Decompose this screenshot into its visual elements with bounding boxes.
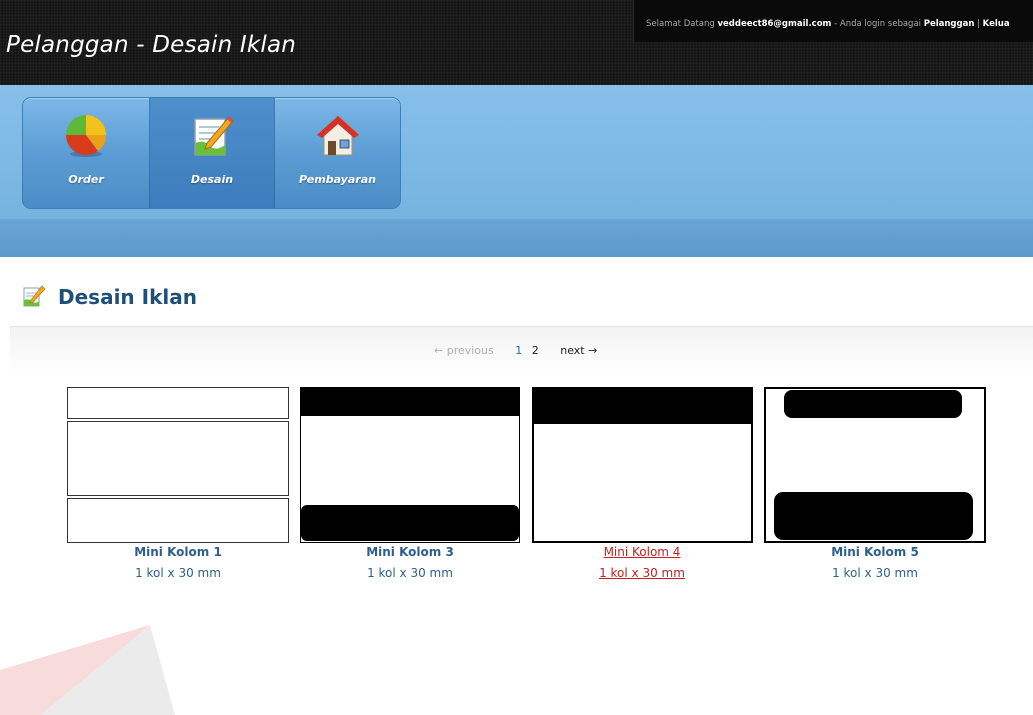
separator: | — [977, 19, 980, 29]
user-info-bar: Selamat Datang veddeect86@gmail.com - An… — [633, 0, 1033, 42]
pagination-page-1[interactable]: 1 — [515, 344, 522, 357]
design-name-5[interactable]: Mini Kolom 5 — [759, 545, 991, 559]
pagination-previous: ← previous — [434, 344, 494, 357]
pencil-document-icon — [23, 285, 46, 307]
nav-item-pembayaran[interactable]: Pembayaran — [275, 98, 400, 208]
design-name-4[interactable]: Mini Kolom 4 — [526, 545, 758, 559]
design-thumbnail-1[interactable] — [67, 387, 289, 543]
pagination: ← previous 1 2 next → — [434, 344, 597, 357]
design-size-5: 1 kol x 30 mm — [832, 566, 918, 580]
pagination-page-2: 2 — [531, 344, 539, 357]
header-bar: Pelanggan - Desain Iklan Selamat Datang … — [0, 0, 1033, 85]
pagination-next[interactable]: next → — [560, 344, 597, 357]
design-name-3[interactable]: Mini Kolom 3 — [294, 545, 526, 559]
welcome-text: Selamat Datang — [646, 19, 715, 29]
design-size-4[interactable]: 1 kol x 30 mm — [526, 566, 758, 580]
user-email: veddeect86@gmail.com — [717, 19, 832, 29]
main-nav: Order Desain Pembayaran — [22, 97, 401, 209]
page-title: Desain Iklan — [58, 285, 197, 309]
design-name-1[interactable]: Mini Kolom 1 — [62, 545, 294, 559]
watermark-logo — [0, 625, 175, 715]
user-role: Pelanggan — [923, 19, 975, 29]
design-thumbnail-4[interactable] — [532, 387, 753, 543]
pencil-document-icon — [194, 116, 234, 156]
design-size-3: 1 kol x 30 mm — [367, 566, 453, 580]
design-thumbnail-3[interactable] — [300, 387, 520, 543]
login-text: - Anda login sebagai — [834, 19, 922, 29]
nav-label-pembayaran: Pembayaran — [299, 173, 376, 186]
nav-item-desain[interactable]: Desain — [149, 98, 275, 208]
nav-label-order: Order — [68, 173, 104, 186]
logout-link[interactable]: Kelua — [983, 19, 1010, 29]
nav-item-order[interactable]: Order — [23, 98, 149, 208]
pie-chart-icon — [66, 115, 106, 157]
nav-label-desain: Desain — [190, 173, 234, 186]
sub-nav-bar — [0, 219, 1033, 257]
user-info-text: Selamat Datang veddeect86@gmail.com - An… — [646, 19, 1010, 29]
app-title: Pelanggan - Desain Iklan — [6, 32, 297, 58]
design-thumbnail-5[interactable] — [764, 387, 986, 543]
design-size-1: 1 kol x 30 mm — [135, 566, 221, 580]
house-icon — [316, 115, 359, 156]
